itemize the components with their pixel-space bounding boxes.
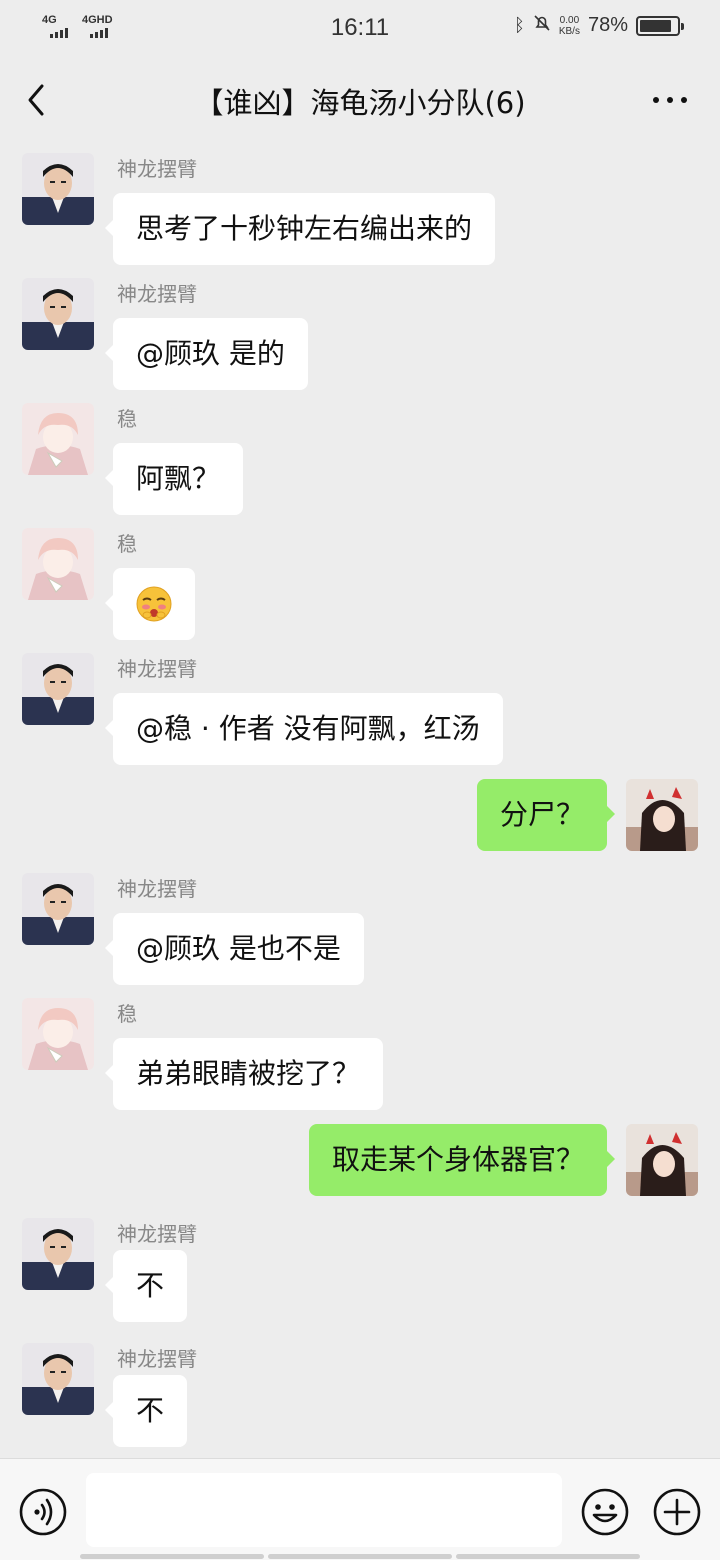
- message-bubble[interactable]: 不: [104, 1375, 188, 1447]
- message-bubble[interactable]: 阿飘？: [104, 443, 244, 515]
- avatar[interactable]: [626, 779, 698, 851]
- message-bubble[interactable]: 思考了十秒钟左右编出来的: [104, 193, 496, 265]
- mute-bell-icon: [533, 14, 551, 37]
- sender-name: 稳: [117, 532, 137, 556]
- chat-message-list[interactable]: 神龙摆臂 思考了十秒钟左右编出来的 神龙摆臂 @顾玖 是的 稳 阿飘？ 稳 神龙…: [0, 144, 720, 1458]
- bluetooth-icon: ᛒ: [514, 15, 525, 36]
- avatar[interactable]: [22, 1343, 94, 1415]
- plus-icon: [653, 1488, 701, 1536]
- sender-name: 神龙摆臂: [117, 1222, 197, 1246]
- man-avatar-icon: [22, 653, 94, 725]
- dot-icon: [653, 97, 659, 103]
- avatar[interactable]: [22, 1218, 94, 1290]
- message-bubble[interactable]: @顾玖 是也不是: [105, 913, 364, 985]
- message-bubble[interactable]: [105, 568, 195, 640]
- sender-name: 神龙摆臂: [117, 877, 197, 901]
- sender-name: 神龙摆臂: [117, 157, 197, 181]
- more-options-button[interactable]: [650, 86, 690, 114]
- dot-icon: [681, 97, 687, 103]
- anime-avatar-icon: [22, 403, 94, 475]
- dot-icon: [667, 97, 673, 103]
- nav-bar: 【谁凶】海龟汤小分队(6): [0, 56, 720, 144]
- home-indicator: [80, 1554, 640, 1559]
- blushing-emoji-icon: [136, 586, 172, 622]
- avatar[interactable]: [22, 528, 94, 600]
- girl-avatar-icon: [626, 779, 698, 851]
- voice-input-button[interactable]: [18, 1487, 68, 1537]
- avatar[interactable]: [22, 998, 94, 1070]
- message-bubble[interactable]: 取走某个身体器官？: [308, 1124, 616, 1196]
- anime-avatar-icon: [22, 528, 94, 600]
- network-speed: 0.00 KB/s: [558, 14, 580, 37]
- man-avatar-icon: [22, 1218, 94, 1290]
- sender-name: 神龙摆臂: [117, 282, 197, 306]
- chat-title: 【谁凶】海龟汤小分队(6): [194, 86, 526, 120]
- man-avatar-icon: [22, 278, 94, 350]
- message-bubble[interactable]: @稳 · 作者 没有阿飘，红汤: [105, 693, 503, 765]
- man-avatar-icon: [22, 873, 94, 945]
- input-bar: [0, 1458, 720, 1560]
- avatar[interactable]: [22, 873, 94, 945]
- battery-icon: [636, 15, 684, 36]
- sender-name: 稳: [117, 1002, 137, 1026]
- message-input[interactable]: [86, 1473, 562, 1547]
- avatar[interactable]: [22, 153, 94, 225]
- more-functions-button[interactable]: [652, 1487, 702, 1537]
- emoji-button[interactable]: [580, 1487, 630, 1537]
- message-bubble[interactable]: 分尸？: [476, 779, 616, 851]
- man-avatar-icon: [22, 153, 94, 225]
- avatar[interactable]: [22, 403, 94, 475]
- smiley-icon: [581, 1488, 629, 1536]
- avatar[interactable]: [626, 1124, 698, 1196]
- girl-avatar-icon: [626, 1124, 698, 1196]
- message-bubble[interactable]: @顾玖 是的: [105, 318, 308, 390]
- status-bar: 4G 4GHD 16:11 ᛒ 0.00 KB/s 78%: [0, 0, 720, 56]
- man-avatar-icon: [22, 1343, 94, 1415]
- avatar[interactable]: [22, 278, 94, 350]
- status-right: ᛒ 0.00 KB/s 78%: [514, 14, 684, 37]
- sender-name: 稳: [117, 407, 137, 431]
- message-bubble[interactable]: 不: [104, 1250, 188, 1322]
- anime-avatar-icon: [22, 998, 94, 1070]
- sender-name: 神龙摆臂: [117, 1347, 197, 1371]
- voice-icon: [19, 1488, 67, 1536]
- battery-percent: 78%: [587, 14, 628, 36]
- sender-name: 神龙摆臂: [117, 657, 197, 681]
- avatar[interactable]: [22, 653, 94, 725]
- message-bubble[interactable]: 弟弟眼睛被挖了？: [104, 1038, 384, 1110]
